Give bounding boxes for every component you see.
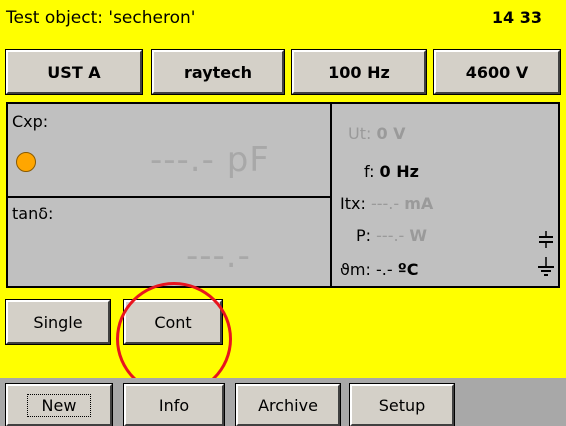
status-indicator — [16, 152, 36, 172]
theta-label: ϑm: — [340, 260, 371, 279]
itx-unit: mA — [404, 194, 434, 213]
capacitor-icon — [536, 230, 556, 254]
new-button-label: New — [26, 393, 92, 417]
theta-value: -.- — [375, 260, 393, 279]
itx-value: ---.- — [370, 194, 400, 213]
tand-label: tanδ: — [12, 204, 54, 223]
device-raytech-button[interactable]: raytech — [152, 50, 284, 94]
itx-readout: Itx: ---.- mA — [340, 194, 433, 213]
single-button[interactable]: Single — [6, 300, 110, 344]
mode-ust-a-button[interactable]: UST A — [6, 50, 142, 94]
tand-value: ---.- — [186, 236, 251, 276]
ground-icon — [536, 256, 556, 284]
itx-label: Itx: — [340, 194, 366, 213]
frequency-button[interactable]: 100 Hz — [292, 50, 426, 94]
p-label: P: — [356, 226, 372, 245]
measurement-panel-left — [6, 102, 330, 288]
f-label: f: — [364, 162, 375, 181]
theta-readout: ϑm: -.- ºC — [340, 260, 418, 279]
archive-button[interactable]: Archive — [236, 384, 340, 426]
cxp-value: ---.- pF — [150, 140, 270, 180]
f-value: 0 Hz — [379, 162, 419, 181]
panel-divider — [6, 196, 332, 198]
cxp-label: Cxp: — [12, 112, 49, 131]
panel-divider — [330, 102, 332, 288]
clock: 14 33 — [491, 8, 542, 27]
setup-button[interactable]: Setup — [350, 384, 454, 426]
f-readout: f: 0 Hz — [364, 162, 419, 181]
voltage-button[interactable]: 4600 V — [434, 50, 560, 94]
p-unit: W — [409, 226, 428, 245]
page-title: Test object: 'secheron' — [6, 8, 196, 28]
new-button[interactable]: New — [6, 384, 112, 426]
p-value: ---.- — [376, 226, 405, 245]
theta-unit: ºC — [397, 260, 419, 279]
ut-label: Ut: — [348, 124, 372, 143]
ut-value: 0 V — [376, 124, 406, 143]
ut-readout: Ut: 0 V — [348, 124, 406, 143]
p-readout: P: ---.- W — [356, 226, 427, 245]
info-button[interactable]: Info — [124, 384, 224, 426]
